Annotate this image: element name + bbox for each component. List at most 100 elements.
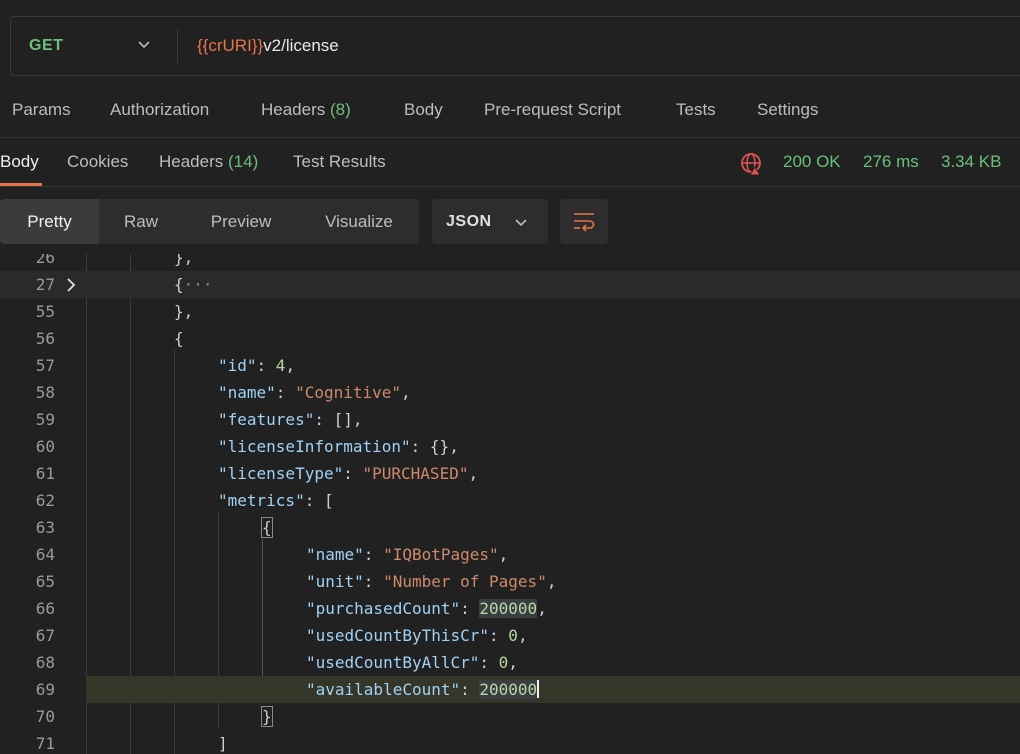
response-tab-cookies[interactable]: Cookies: [67, 152, 128, 172]
text-caret: [537, 680, 540, 698]
code-punct: ,: [468, 464, 479, 483]
json-value: "Number of Pages": [383, 572, 547, 591]
code-line: 58 "name": "Cognitive",: [0, 379, 1020, 406]
code-line: 60 "licenseInformation": {},: [0, 433, 1020, 460]
json-value: "PURCHASED": [362, 464, 469, 483]
response-size[interactable]: 3.34 KB: [941, 152, 1002, 172]
line-number: 60: [35, 437, 55, 456]
response-tab-body[interactable]: Body: [0, 152, 39, 172]
code-text: "usedCountByThisCr": 0,: [306, 626, 528, 645]
line-number: 68: [35, 653, 55, 672]
line-number: 26: [35, 254, 55, 267]
json-value-highlighted: 200000: [479, 599, 538, 618]
json-key: "licenseInformation": [218, 437, 411, 456]
json-value: 0: [508, 626, 518, 645]
code-punct: ,: [285, 356, 296, 375]
line-number: 70: [35, 707, 55, 726]
method-select[interactable]: GET: [29, 37, 63, 55]
divider: [0, 186, 1020, 187]
tab-pre-request-script[interactable]: Pre-request Script: [484, 100, 621, 120]
line-number: 59: [35, 410, 55, 429]
url-path: v2/license: [263, 36, 339, 55]
json-value: 0: [498, 653, 509, 672]
view-pretty-button[interactable]: Pretty: [0, 199, 99, 244]
json-value: [: [323, 491, 334, 510]
code-text: "metrics": [: [218, 491, 334, 510]
line-number: 66: [35, 599, 55, 618]
tab-headers-count: (8): [330, 100, 351, 119]
json-key: "name": [306, 545, 364, 564]
json-value: {}: [429, 437, 450, 456]
code-text: ]: [218, 734, 228, 753]
tab-settings[interactable]: Settings: [757, 100, 818, 120]
code-text: {: [174, 329, 184, 348]
code-text: },: [174, 254, 194, 267]
response-tab-headers[interactable]: Headers (14): [159, 152, 258, 172]
code-text: {···: [174, 275, 213, 294]
json-key: "availableCount": [306, 680, 461, 699]
code-line: 70 }: [0, 703, 1020, 730]
code-line: 69 "availableCount": 200000: [0, 676, 1020, 703]
code-punct: ,: [537, 599, 547, 618]
tab-tests[interactable]: Tests: [676, 100, 716, 120]
globe-error-icon[interactable]: [740, 152, 764, 176]
tab-authorization[interactable]: Authorization: [110, 100, 209, 120]
response-tab-test-results[interactable]: Test Results: [293, 152, 386, 172]
json-key: "usedCountByThisCr": [306, 626, 490, 645]
response-time[interactable]: 276 ms: [863, 152, 919, 172]
tab-headers-label: Headers: [261, 100, 326, 119]
code-text: "name": "IQBotPages",: [306, 545, 509, 564]
tab-params[interactable]: Params: [12, 100, 71, 120]
json-value: "IQBotPages": [383, 545, 499, 564]
code-line: 56 {: [0, 325, 1020, 352]
line-number: 65: [35, 572, 55, 591]
code-text: "licenseInformation": {},: [218, 437, 459, 456]
code-punct: ,: [352, 410, 363, 429]
url-variable: {{crURI}}: [197, 36, 264, 55]
line-number: 63: [35, 518, 55, 537]
code-text: "usedCountByAllCr": 0,: [306, 653, 518, 672]
line-number: 56: [35, 329, 55, 348]
view-raw-button[interactable]: Raw: [99, 199, 183, 244]
tab-body[interactable]: Body: [404, 100, 443, 120]
code-text: "availableCount": 200000: [306, 680, 540, 699]
code-punct: ,: [449, 437, 459, 456]
json-value-highlighted: 200000: [479, 680, 538, 699]
fold-ellipsis[interactable]: ···: [184, 275, 213, 294]
code-line: 66 "purchasedCount": 200000,: [0, 595, 1020, 622]
url-divider: [177, 29, 178, 63]
line-number: 58: [35, 383, 55, 402]
json-key: "name": [218, 383, 276, 402]
json-key: "features": [218, 410, 315, 429]
format-select[interactable]: JSON: [432, 199, 548, 244]
chevron-right-icon[interactable]: [64, 277, 78, 293]
json-value: []: [333, 410, 353, 429]
code-line: 63 {: [0, 514, 1020, 541]
url-input[interactable]: {{crURI}}v2/license: [197, 36, 339, 56]
json-key: "licenseType": [218, 464, 344, 483]
code-brace: {: [174, 275, 184, 294]
code-punct: ,: [546, 572, 557, 591]
code-text: "unit": "Number of Pages",: [306, 572, 557, 591]
view-mode-group: Pretty Raw Preview Visualize: [0, 199, 419, 244]
code-line: 59 "features": [],: [0, 406, 1020, 433]
wrap-lines-button[interactable]: [560, 199, 608, 244]
code-line: 61 "licenseType": "PURCHASED",: [0, 460, 1020, 487]
response-body-editor[interactable]: 26 }, 27 {··· 55 }, 56 { 57 "id": 4, 58 …: [0, 254, 1020, 754]
matched-bracket: {: [261, 517, 273, 538]
response-tab-headers-label: Headers: [159, 152, 224, 171]
code-punct: ,: [508, 653, 518, 672]
view-preview-button[interactable]: Preview: [183, 199, 299, 244]
chevron-down-icon[interactable]: [135, 35, 153, 53]
code-text: "id": 4,: [218, 356, 296, 375]
code-text: "licenseType": "PURCHASED",: [218, 464, 479, 483]
view-visualize-button[interactable]: Visualize: [299, 199, 419, 244]
line-number: 27: [35, 275, 55, 294]
divider: [0, 137, 1020, 138]
status-code[interactable]: 200 OK: [783, 152, 841, 172]
format-label: JSON: [446, 213, 492, 230]
json-key: "unit": [306, 572, 364, 591]
tab-headers[interactable]: Headers (8): [261, 100, 351, 120]
code-line: 55 },: [0, 298, 1020, 325]
code-line: 64 "name": "IQBotPages",: [0, 541, 1020, 568]
